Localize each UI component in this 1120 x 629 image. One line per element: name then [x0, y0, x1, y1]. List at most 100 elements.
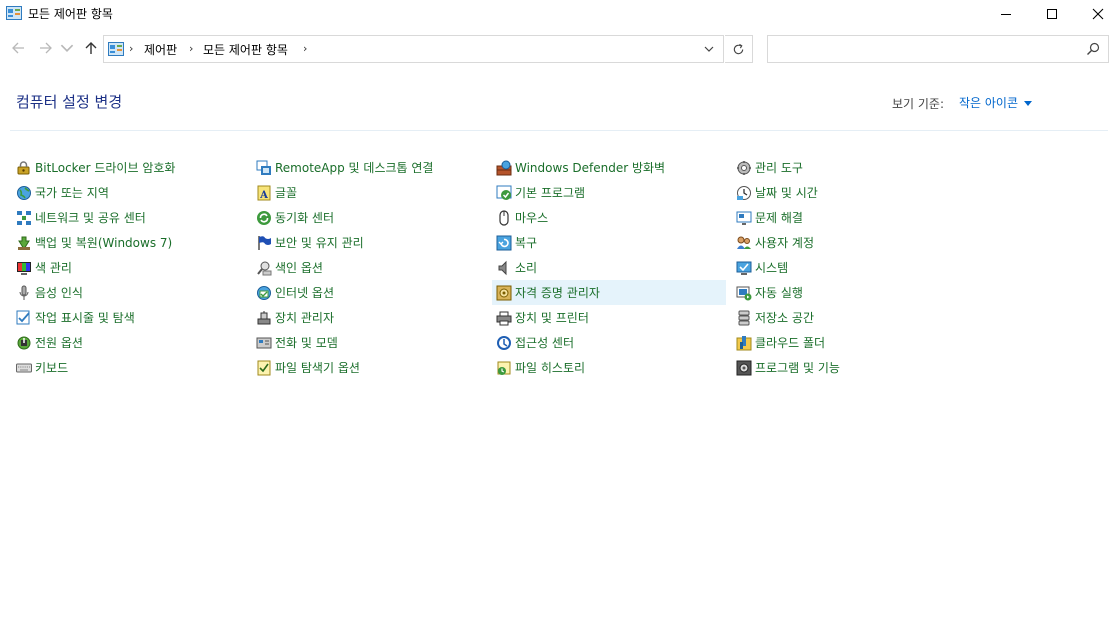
control-panel-item[interactable]: 사용자 계정	[732, 230, 966, 255]
control-panel-item[interactable]: 키보드	[12, 355, 246, 380]
navigation-bar: › 제어판 › 모든 제어판 항목 ›	[0, 32, 1120, 66]
control-panel-item[interactable]: 음성 인식	[12, 280, 246, 305]
control-panel-item-label[interactable]: 장치 관리자	[275, 309, 334, 326]
close-icon	[1092, 8, 1104, 20]
refresh-button[interactable]	[725, 35, 753, 63]
control-panel-item[interactable]: 전화 및 모뎀	[252, 330, 486, 355]
control-panel-item-label[interactable]: 네트워크 및 공유 센터	[35, 209, 146, 226]
control-panel-item-label[interactable]: 글꼴	[275, 184, 297, 201]
control-panel-item[interactable]: BitLocker 드라이브 암호화	[12, 155, 246, 180]
control-panel-item[interactable]: 저장소 공간	[732, 305, 966, 330]
control-panel-item-label[interactable]: 음성 인식	[35, 284, 83, 301]
control-panel-item[interactable]: A 글꼴	[252, 180, 486, 205]
control-panel-item[interactable]: 국가 또는 지역	[12, 180, 246, 205]
control-panel-item-label[interactable]: 마우스	[515, 209, 548, 226]
control-panel-item-label[interactable]: 색 관리	[35, 259, 72, 276]
breadcrumb-item[interactable]: 모든 제어판 항목	[203, 41, 288, 58]
maximize-button[interactable]	[1029, 0, 1075, 28]
control-panel-item-label[interactable]: 프로그램 및 기능	[755, 359, 840, 376]
control-panel-item-label[interactable]: 저장소 공간	[755, 309, 814, 326]
control-panel-item-label[interactable]: 소리	[515, 259, 537, 276]
breadcrumb-item[interactable]: 제어판	[144, 41, 177, 58]
control-panel-item-label[interactable]: 복구	[515, 234, 537, 251]
control-panel-item-label[interactable]: 자동 실행	[755, 284, 803, 301]
control-panel-item[interactable]: 날짜 및 시간	[732, 180, 966, 205]
control-panel-item-label[interactable]: 자격 증명 관리자	[515, 284, 600, 301]
control-panel-item[interactable]: 보안 및 유지 관리	[252, 230, 486, 255]
search-input[interactable]	[774, 40, 1074, 58]
control-panel-item-label[interactable]: 인터넷 옵션	[275, 284, 334, 301]
control-panel-item-label[interactable]: 날짜 및 시간	[755, 184, 818, 201]
control-panel-item[interactable]: 작업 표시줄 및 탐색	[12, 305, 246, 330]
control-panel-item[interactable]: 자격 증명 관리자	[492, 280, 726, 305]
control-panel-item-label[interactable]: 전원 옵션	[35, 334, 83, 351]
keyboard-icon	[15, 359, 33, 377]
control-panel-item[interactable]: RemoteApp 및 데스크톱 연결	[252, 155, 486, 180]
view-by-dropdown[interactable]: 작은 아이콘	[959, 94, 1033, 111]
control-panel-item[interactable]: 파일 히스토리	[492, 355, 726, 380]
control-panel-item[interactable]: 장치 및 프린터	[492, 305, 726, 330]
control-panel-item[interactable]: 백업 및 복원(Windows 7)	[12, 230, 246, 255]
control-panel-item-label[interactable]: Windows Defender 방화벽	[515, 159, 665, 176]
control-panel-item[interactable]: 기본 프로그램	[492, 180, 726, 205]
control-panel-item-label[interactable]: 클라우드 폴더	[755, 334, 825, 351]
control-panel-item[interactable]: Windows Defender 방화벽	[492, 155, 726, 180]
control-panel-item[interactable]: 장치 관리자	[252, 305, 486, 330]
control-panel-item-label[interactable]: 시스템	[755, 259, 788, 276]
control-panel-item[interactable]: 네트워크 및 공유 센터	[12, 205, 246, 230]
control-panel-item[interactable]: 동기화 센터	[252, 205, 486, 230]
control-panel-item-label[interactable]: 동기화 센터	[275, 209, 334, 226]
chevron-right-icon[interactable]: ›	[189, 42, 193, 55]
control-panel-item-label[interactable]: 파일 히스토리	[515, 359, 585, 376]
control-panel-item[interactable]: 자동 실행	[732, 280, 966, 305]
control-panel-item-label[interactable]: 기본 프로그램	[515, 184, 585, 201]
control-panel-item-label[interactable]: 접근성 센터	[515, 334, 574, 351]
control-panel-item[interactable]: 시스템	[732, 255, 966, 280]
up-button[interactable]	[81, 39, 101, 57]
control-panel-item[interactable]: 전원 옵션	[12, 330, 246, 355]
svg-text:A: A	[259, 190, 268, 201]
control-panel-item[interactable]: 관리 도구	[732, 155, 966, 180]
control-panel-item[interactable]: 인터넷 옵션	[252, 280, 486, 305]
control-panel-item-label[interactable]: 키보드	[35, 359, 68, 376]
flag-icon	[255, 234, 273, 252]
chevron-right-icon[interactable]: ›	[303, 42, 307, 55]
control-panel-item[interactable]: 클라우드 폴더	[732, 330, 966, 355]
search-icon[interactable]	[1086, 42, 1100, 56]
close-button[interactable]	[1075, 0, 1120, 28]
control-panel-item-label[interactable]: 작업 표시줄 및 탐색	[35, 309, 135, 326]
control-panel-item[interactable]: 파일 탐색기 옵션	[252, 355, 486, 380]
control-panel-item-label[interactable]: 관리 도구	[755, 159, 803, 176]
control-panel-item[interactable]: 색 관리	[12, 255, 246, 280]
back-button[interactable]	[8, 39, 28, 57]
control-panel-item-label[interactable]: 장치 및 프린터	[515, 309, 589, 326]
control-panel-item[interactable]: 복구	[492, 230, 726, 255]
backup-icon	[15, 234, 33, 252]
minimize-button[interactable]	[983, 0, 1029, 28]
address-bar[interactable]: › 제어판 › 모든 제어판 항목 ›	[103, 35, 724, 63]
control-panel-item-label[interactable]: 사용자 계정	[755, 234, 814, 251]
control-panel-item[interactable]: 접근성 센터	[492, 330, 726, 355]
control-panel-item-label[interactable]: RemoteApp 및 데스크톱 연결	[275, 159, 433, 176]
control-panel-item-label[interactable]: 색인 옵션	[275, 259, 323, 276]
control-panel-item[interactable]: 색인 옵션	[252, 255, 486, 280]
control-panel-item-label[interactable]: 백업 및 복원(Windows 7)	[35, 234, 172, 251]
control-panel-item-label[interactable]: 문제 해결	[755, 209, 803, 226]
control-panel-item-label[interactable]: 파일 탐색기 옵션	[275, 359, 360, 376]
control-panel-item-label[interactable]: 국가 또는 지역	[35, 184, 109, 201]
control-panel-item[interactable]: 소리	[492, 255, 726, 280]
recent-locations-button[interactable]	[60, 39, 74, 57]
control-panel-item[interactable]: 문제 해결	[732, 205, 966, 230]
caret-down-icon[interactable]	[1024, 100, 1033, 106]
control-panel-item-label[interactable]: 전화 및 모뎀	[275, 334, 338, 351]
forward-button[interactable]	[36, 39, 56, 57]
control-panel-item-label[interactable]: BitLocker 드라이브 암호화	[35, 159, 175, 176]
chevron-right-icon[interactable]: ›	[129, 42, 133, 55]
control-panel-item[interactable]: 마우스	[492, 205, 726, 230]
power-icon	[15, 334, 33, 352]
control-panel-item[interactable]: 프로그램 및 기능	[732, 355, 966, 380]
control-panel-item-label[interactable]: 보안 및 유지 관리	[275, 234, 364, 251]
address-dropdown-button[interactable]	[697, 36, 721, 62]
view-by-value[interactable]: 작은 아이콘	[959, 94, 1018, 111]
search-box[interactable]	[767, 35, 1109, 63]
